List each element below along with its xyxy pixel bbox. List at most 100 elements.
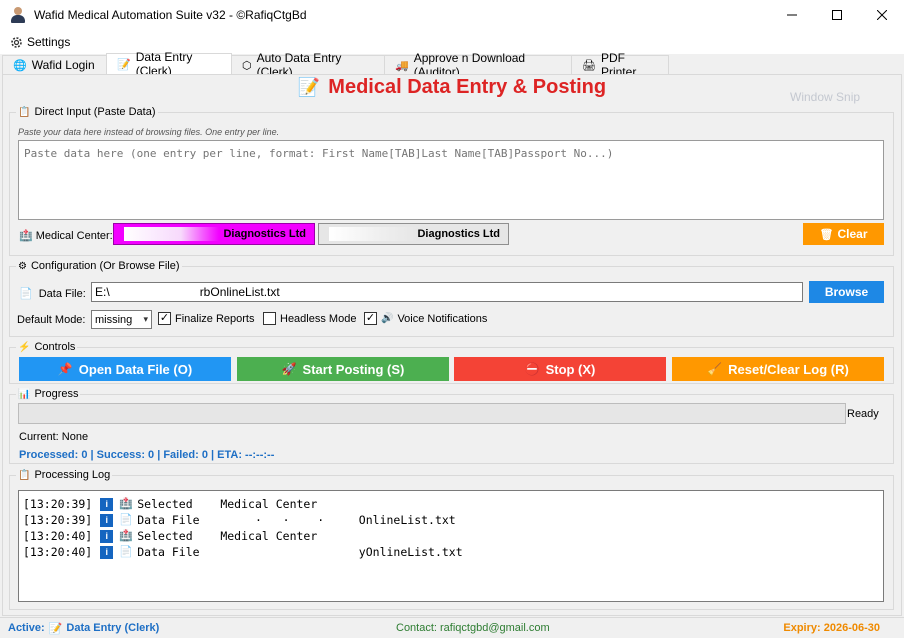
maximize-icon[interactable] <box>814 0 859 30</box>
finalize-reports-label: Finalize Reports <box>175 312 255 325</box>
legend-text: Progress <box>34 388 79 400</box>
tab-auto-data-entry[interactable]: ⬡ Auto Data Entry (Clerk) <box>231 51 385 79</box>
reset-label: Reset/Clear Log (R) <box>728 361 849 377</box>
medical-center-1-button[interactable]: Diagnostics Ltd <box>113 223 315 245</box>
reset-clear-log-button[interactable]: 🧹 Reset/Clear Log (R) <box>672 357 884 381</box>
speaker-icon: 🔊 <box>381 313 394 324</box>
hospital-icon: 🏥 <box>119 529 133 542</box>
legend-text: Processing Log <box>34 469 111 481</box>
stop-label: Stop (X) <box>545 361 596 377</box>
tab-wafid-login[interactable]: 🌐 Wafid Login <box>2 55 107 74</box>
paste-data-textarea[interactable] <box>18 140 884 220</box>
gear-icon <box>11 36 22 48</box>
window-title: Wafid Medical Automation Suite v32 - ©Ra… <box>34 8 307 22</box>
medical-center-text: Medical Center: <box>35 229 113 242</box>
default-mode-select[interactable]: missing ▾ <box>91 310 152 329</box>
headless-mode-checkbox[interactable]: Headless Mode <box>263 312 356 325</box>
center-2-label: Diagnostics Ltd <box>417 228 500 240</box>
progress-stats: Processed: 0 | Success: 0 | Failed: 0 | … <box>19 449 275 461</box>
configuration-legend: ⚙ Configuration (Or Browse File) <box>16 260 182 272</box>
tab-approve-download[interactable]: 🚚 Approve n Download (Auditor) <box>384 51 572 79</box>
clear-label: Clear <box>837 227 868 241</box>
progress-bar <box>18 403 846 424</box>
legend-text: Configuration (Or Browse File) <box>30 260 180 272</box>
direct-input-legend: 📋 Direct Input (Paste Data) <box>16 106 158 118</box>
minimize-icon[interactable] <box>769 0 814 30</box>
controls-legend: ⚡ Controls <box>16 341 78 353</box>
window-snip-overlay: Window Snip <box>790 90 861 104</box>
log-time: [13:20:40] <box>23 545 93 559</box>
default-mode-label: Default Mode: <box>17 314 86 326</box>
page-title-text: Medical Data Entry & Posting <box>328 76 607 98</box>
title-bar: Wafid Medical Automation Suite v32 - ©Ra… <box>0 0 904 30</box>
active-tab-name: Data Entry (Clerk) <box>66 622 160 634</box>
data-file-text: Data File: <box>38 287 86 300</box>
log-time: [13:20:40] <box>23 529 93 543</box>
tab-label: Wafid Login <box>31 58 95 72</box>
notepad-icon: 📝 <box>48 622 63 635</box>
tab-pdf-printer[interactable]: 🖨 PDF Printer <box>571 51 669 79</box>
log-text: Selected Medical Center <box>137 529 318 543</box>
notepad-icon: 📝 <box>297 77 321 97</box>
log-line: [13:20:40] i 🏥 Selected Medical Center <box>23 528 879 544</box>
start-label: Start Posting (S) <box>302 361 405 377</box>
data-file-label: 📄 Data File: <box>19 287 86 301</box>
info-icon: i <box>100 513 114 527</box>
log-line: [13:20:40] i 📄 Data File yOnlineList.txt <box>23 544 879 560</box>
redacted-text <box>329 227 419 241</box>
voice-notifications-checkbox[interactable]: ✓ 🔊 Voice Notifications <box>364 312 487 325</box>
stop-icon: ⛔ <box>524 362 540 376</box>
legend-text: Direct Input (Paste Data) <box>34 106 156 118</box>
legend-text: Controls <box>34 341 76 353</box>
tab-strip: 🌐 Wafid Login 📝 Data Entry (Clerk) ⬡ Aut… <box>2 50 669 79</box>
hospital-icon: 🏥 <box>119 497 133 510</box>
clear-button[interactable]: 🗑 Clear <box>803 223 884 245</box>
clipboard-icon: 📋 <box>18 469 31 481</box>
stop-button[interactable]: ⛔ Stop (X) <box>454 357 666 381</box>
paste-hint: Paste your data here instead of browsing… <box>18 127 280 137</box>
expiry-date: Expiry: 2026-06-30 <box>783 622 880 634</box>
document-icon: 📄 <box>19 288 33 300</box>
info-icon: i <box>100 497 114 511</box>
log-line: [13:20:39] i 🏥 Selected Medical Center <box>23 496 879 512</box>
settings-menu[interactable]: Settings <box>10 35 70 49</box>
cube-icon: ⬡ <box>242 59 252 72</box>
rocket-icon: 🚀 <box>281 362 297 376</box>
log-text: Data File · · · OnlineList.txt <box>137 513 456 527</box>
notepad-icon: 📝 <box>117 58 131 71</box>
data-file-input[interactable] <box>91 282 803 302</box>
tab-data-entry[interactable]: 📝 Data Entry (Clerk) <box>106 50 232 78</box>
open-label: Open Data File (O) <box>78 361 193 377</box>
voice-notifications-label: Voice Notifications <box>397 312 488 325</box>
lightning-icon: ⚡ <box>18 341 31 353</box>
checkbox-checked: ✓ <box>158 312 171 325</box>
broom-icon: 🧹 <box>707 362 723 376</box>
start-posting-button[interactable]: 🚀 Start Posting (S) <box>237 357 449 381</box>
redacted-text <box>124 227 219 241</box>
hospital-icon: 🏥 <box>19 230 33 242</box>
settings-label: Settings <box>27 35 71 49</box>
document-icon: 📄 <box>119 513 133 526</box>
clipboard-icon: 📋 <box>18 106 31 118</box>
status-bar: Active: 📝 Data Entry (Clerk) Contact: ra… <box>0 617 904 638</box>
globe-icon: 🌐 <box>13 59 27 72</box>
current-item: Current: None <box>19 431 89 443</box>
open-data-file-button[interactable]: 📌 Open Data File (O) <box>19 357 231 381</box>
close-icon[interactable] <box>859 0 904 30</box>
headless-mode-label: Headless Mode <box>280 312 357 325</box>
info-icon: i <box>100 529 114 543</box>
chevron-down-icon: ▾ <box>143 314 148 324</box>
progress-status: Ready <box>847 408 879 420</box>
finalize-reports-checkbox[interactable]: ✓ Finalize Reports <box>158 312 254 325</box>
browse-button[interactable]: Browse <box>809 281 884 303</box>
active-tab-status: Active: 📝 Data Entry (Clerk) <box>8 622 159 635</box>
document-icon: 📄 <box>119 545 133 558</box>
medical-center-2-button[interactable]: Diagnostics Ltd <box>318 223 509 245</box>
log-time: [13:20:39] <box>23 513 93 527</box>
printer-icon: 🖨 <box>582 59 596 72</box>
trash-icon: 🗑 <box>819 228 834 241</box>
processing-log[interactable]: [13:20:39] i 🏥 Selected Medical Center [13:… <box>18 490 884 602</box>
gear-icon: ⚙ <box>18 260 27 272</box>
app-icon <box>10 6 26 24</box>
log-text: Selected Medical Center <box>137 497 318 511</box>
